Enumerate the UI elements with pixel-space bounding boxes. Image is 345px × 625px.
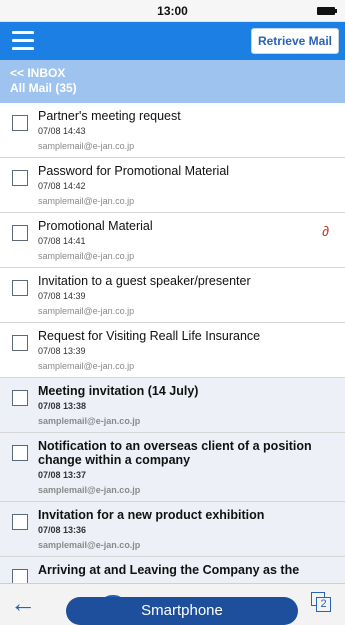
mail-checkbox[interactable] bbox=[12, 335, 28, 351]
mail-subject: Partner's meeting request bbox=[38, 109, 181, 123]
mail-subject: Invitation for a new product exhibition bbox=[38, 508, 265, 522]
mail-subject: Promotional Material bbox=[38, 219, 153, 233]
mail-subject: Invitation to a guest speaker/presenter bbox=[38, 274, 251, 288]
back-to-inbox-link[interactable]: << INBOX bbox=[10, 66, 335, 81]
retrieve-mail-button[interactable]: Retrieve Mail bbox=[250, 28, 339, 54]
pages-icon[interactable]: 2 bbox=[311, 592, 331, 612]
mail-date: 07/08 13:38 bbox=[38, 401, 87, 411]
menu-icon[interactable] bbox=[12, 31, 34, 51]
mail-subject: Notification to an overseas client of a … bbox=[38, 439, 312, 467]
mail-item[interactable]: Invitation for a new product exhibition … bbox=[0, 502, 345, 557]
mail-item[interactable]: Request for Visiting Reall Life Insuranc… bbox=[0, 323, 345, 378]
mail-body: Invitation for a new product exhibition … bbox=[38, 508, 337, 550]
mail-body: Request for Visiting Reall Life Insuranc… bbox=[38, 329, 337, 371]
mail-sender: samplemail@e-jan.co.jp bbox=[38, 306, 135, 316]
mail-checkbox[interactable] bbox=[12, 445, 28, 461]
status-time: 13:00 bbox=[157, 4, 188, 18]
mail-checkbox[interactable] bbox=[12, 514, 28, 530]
mail-subject: Arriving at and Leaving the Company as t… bbox=[38, 563, 300, 577]
mail-sender: samplemail@e-jan.co.jp bbox=[38, 540, 141, 550]
mail-body: Password for Promotional Material 07/08 … bbox=[38, 164, 337, 206]
mail-date: 07/08 14:42 bbox=[38, 181, 86, 191]
mail-date: 07/08 13:39 bbox=[38, 346, 86, 356]
mail-item[interactable]: Meeting invitation (14 July) 07/08 13:38… bbox=[0, 378, 345, 433]
mail-date: 07/08 13:37 bbox=[38, 470, 87, 480]
mail-date: 07/08 14:41 bbox=[38, 236, 86, 246]
mail-checkbox[interactable] bbox=[12, 225, 28, 241]
mail-checkbox[interactable] bbox=[12, 170, 28, 186]
mail-item[interactable]: Partner's meeting request 07/08 14:43 sa… bbox=[0, 103, 345, 158]
folder-bar: << INBOX All Mail (35) bbox=[0, 60, 345, 103]
mail-body: Partner's meeting request 07/08 14:43 sa… bbox=[38, 109, 337, 151]
mail-sender: samplemail@e-jan.co.jp bbox=[38, 251, 135, 261]
app-header: Retrieve Mail bbox=[0, 22, 345, 60]
mail-body: Invitation to a guest speaker/presenter … bbox=[38, 274, 337, 316]
status-bar: 13:00 bbox=[0, 0, 345, 22]
arrow-left-icon[interactable]: ← bbox=[10, 590, 36, 616]
mail-date: 07/08 13:36 bbox=[38, 525, 87, 535]
mail-checkbox[interactable] bbox=[12, 569, 28, 583]
pages-count: 2 bbox=[316, 597, 331, 612]
mail-body: Meeting invitation (14 July) 07/08 13:38… bbox=[38, 384, 337, 426]
mail-body: Arriving at and Leaving the Company as t… bbox=[38, 563, 337, 577]
mail-item[interactable]: Invitation to a guest speaker/presenter … bbox=[0, 268, 345, 323]
mail-sender: samplemail@e-jan.co.jp bbox=[38, 196, 135, 206]
device-label: Smartphone bbox=[66, 597, 298, 625]
mail-checkbox[interactable] bbox=[12, 390, 28, 406]
mail-sender: samplemail@e-jan.co.jp bbox=[38, 361, 135, 371]
mail-sender: samplemail@e-jan.co.jp bbox=[38, 485, 141, 495]
mail-checkbox[interactable] bbox=[12, 280, 28, 296]
mail-subject: Password for Promotional Material bbox=[38, 164, 230, 178]
mail-subject: Request for Visiting Reall Life Insuranc… bbox=[38, 329, 261, 343]
mail-item[interactable]: Password for Promotional Material 07/08 … bbox=[0, 158, 345, 213]
mail-list: Partner's meeting request 07/08 14:43 sa… bbox=[0, 103, 345, 583]
mail-body: Promotional Material 07/08 14:41 samplem… bbox=[38, 219, 318, 261]
mail-sender: samplemail@e-jan.co.jp bbox=[38, 416, 141, 426]
battery-icon bbox=[317, 7, 337, 15]
mail-item[interactable]: Notification to an overseas client of a … bbox=[0, 433, 345, 502]
mail-date: 07/08 14:43 bbox=[38, 126, 86, 136]
mail-item[interactable]: Arriving at and Leaving the Company as t… bbox=[0, 557, 345, 583]
mail-body: Notification to an overseas client of a … bbox=[38, 439, 337, 495]
mail-item[interactable]: Promotional Material 07/08 14:41 samplem… bbox=[0, 213, 345, 268]
mail-checkbox[interactable] bbox=[12, 115, 28, 131]
mail-sender: samplemail@e-jan.co.jp bbox=[38, 141, 135, 151]
mail-subject: Meeting invitation (14 July) bbox=[38, 384, 199, 398]
mail-date: 07/08 14:39 bbox=[38, 291, 86, 301]
folder-title: All Mail (35) bbox=[10, 81, 77, 95]
attachment-icon: ∂ bbox=[322, 223, 329, 239]
